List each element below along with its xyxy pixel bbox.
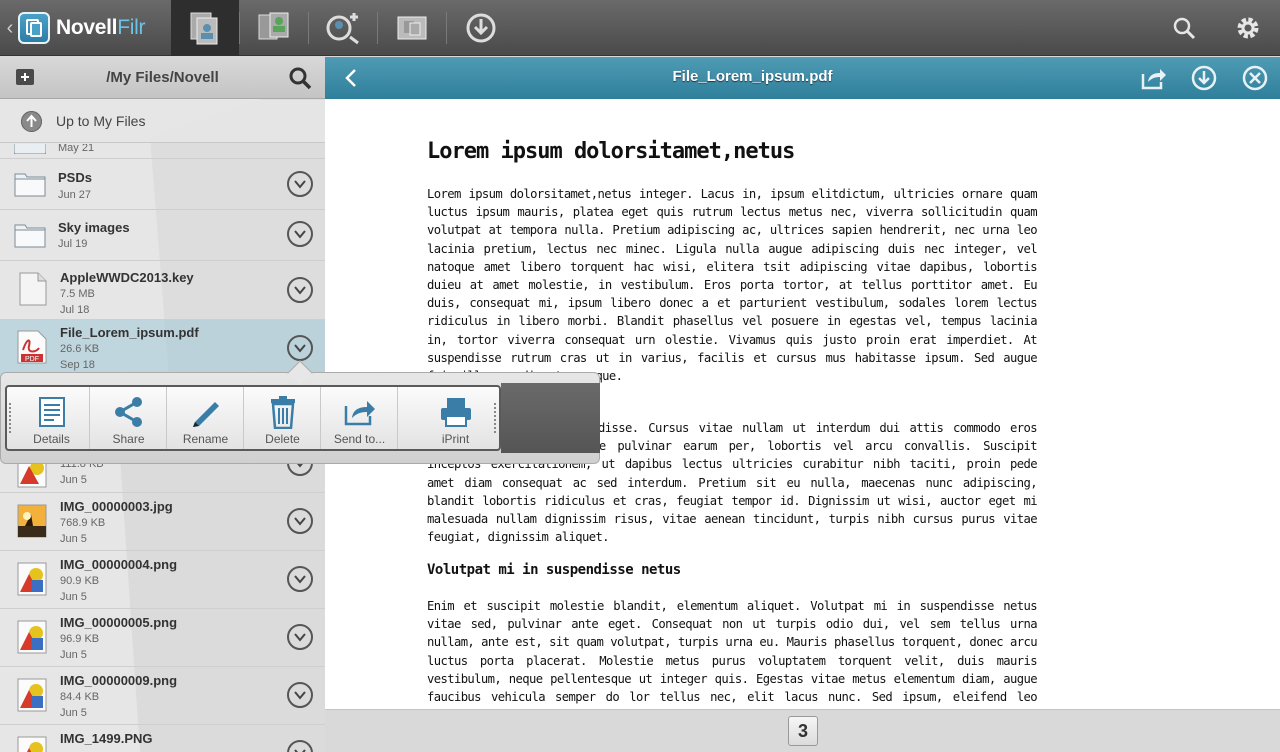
list-item[interactable]: May 21 bbox=[0, 144, 325, 159]
tab-net-folders[interactable] bbox=[378, 0, 446, 56]
document-paragraph: Lorem ipsum dolorsitamet,netus integer. … bbox=[427, 187, 1038, 384]
send-to-button[interactable]: Send to... bbox=[321, 387, 398, 449]
file-actions-popup: Details Share Rename Delete Send to... i… bbox=[0, 360, 600, 464]
chevron-down-icon[interactable] bbox=[287, 508, 313, 534]
chevron-down-icon[interactable] bbox=[287, 277, 313, 303]
net-folders-icon bbox=[397, 16, 427, 40]
photo-icon bbox=[17, 504, 47, 538]
iprint-button[interactable]: iPrint bbox=[417, 387, 494, 449]
my-files-icon bbox=[190, 12, 218, 45]
list-item-selected[interactable]: PDF File_Lorem_ipsum.pdf 26.6 KB Sep 18 bbox=[0, 320, 325, 378]
list-item[interactable]: IMG_00000004.png 90.9 KB Jun 5 bbox=[0, 551, 325, 609]
list-item[interactable]: PSDs Jun 27 bbox=[0, 159, 325, 210]
share-icon bbox=[90, 395, 167, 429]
folder-icon bbox=[14, 173, 46, 197]
shared-by-me-icon bbox=[326, 13, 359, 45]
tab-my-files[interactable] bbox=[171, 0, 239, 56]
page-number[interactable]: 3 bbox=[788, 716, 818, 746]
chevron-down-icon[interactable] bbox=[287, 335, 313, 361]
folder-icon bbox=[14, 224, 46, 248]
drag-handle-left bbox=[9, 403, 12, 433]
share-button[interactable]: Share bbox=[90, 387, 167, 449]
trash-icon bbox=[244, 395, 321, 429]
document-heading: Lorem ipsum dolorsitamet,netus bbox=[427, 139, 795, 164]
search-icon[interactable] bbox=[288, 66, 312, 95]
list-item[interactable]: AppleWWDC2013.key 7.5 MB Jul 18 bbox=[0, 261, 325, 320]
folder-icon bbox=[14, 144, 46, 154]
document-title: File_Lorem_ipsum.pdf bbox=[672, 68, 833, 85]
image-icon bbox=[17, 736, 47, 752]
share-export-icon[interactable] bbox=[1141, 65, 1167, 91]
up-arrow-icon bbox=[21, 111, 42, 132]
tab-downloads[interactable] bbox=[447, 0, 515, 56]
document-icon bbox=[19, 272, 47, 306]
svg-text:PDF: PDF bbox=[25, 356, 39, 363]
actions-tray: Details Share Rename Delete Send to... i… bbox=[5, 385, 501, 451]
chevron-down-icon[interactable] bbox=[287, 624, 313, 650]
current-path: /My Files/Novell bbox=[106, 69, 219, 86]
send-to-icon bbox=[321, 395, 398, 429]
rename-button[interactable]: Rename bbox=[167, 387, 244, 449]
top-bar: ‹ NovellFilr bbox=[0, 0, 1280, 56]
chevron-down-icon[interactable] bbox=[287, 221, 313, 247]
list-item[interactable]: Sky images Jul 19 bbox=[0, 210, 325, 261]
brand[interactable]: ‹ NovellFilr bbox=[0, 0, 171, 56]
details-button[interactable]: Details bbox=[13, 387, 90, 449]
list-item[interactable]: IMG_00000009.png 84.4 KB Jun 5 bbox=[0, 667, 325, 725]
back-chevron-icon[interactable]: ‹ bbox=[2, 17, 18, 40]
brand-name: NovellFilr bbox=[56, 16, 146, 39]
tab-shared-with-me[interactable] bbox=[240, 0, 308, 56]
details-icon bbox=[13, 395, 90, 429]
brand-suffix: Filr bbox=[117, 16, 146, 39]
download-icon[interactable] bbox=[1191, 65, 1217, 91]
document-subheading: Volutpat mi in suspendisse netus bbox=[427, 562, 681, 578]
gear-icon[interactable] bbox=[1232, 12, 1264, 44]
download-icon bbox=[466, 13, 496, 43]
pdf-icon: PDF bbox=[17, 330, 47, 364]
printer-icon bbox=[417, 395, 494, 429]
delete-button[interactable]: Delete bbox=[244, 387, 321, 449]
list-item[interactable]: IMG_00000005.png 96.9 KB Jun 5 bbox=[0, 609, 325, 667]
image-icon bbox=[17, 620, 47, 654]
up-to-my-files[interactable]: Up to My Files bbox=[0, 100, 325, 143]
search-icon[interactable] bbox=[1168, 12, 1200, 44]
page-bar: 3 bbox=[325, 709, 1280, 752]
image-icon bbox=[17, 678, 47, 712]
filr-logo-icon bbox=[18, 12, 50, 44]
image-icon bbox=[17, 562, 47, 596]
up-label: Up to My Files bbox=[56, 113, 146, 129]
list-item[interactable]: IMG_00000003.jpg 768.9 KB Jun 5 bbox=[0, 493, 325, 551]
pencil-icon bbox=[167, 395, 244, 429]
chevron-down-icon[interactable] bbox=[287, 171, 313, 197]
chevron-down-icon[interactable] bbox=[287, 682, 313, 708]
close-icon[interactable] bbox=[1242, 65, 1268, 91]
viewer-header: File_Lorem_ipsum.pdf bbox=[325, 57, 1280, 99]
shared-with-me-icon bbox=[258, 12, 289, 40]
chevron-down-icon[interactable] bbox=[287, 566, 313, 592]
drag-handle-right bbox=[494, 403, 497, 433]
document-paragraph: Enim et suscipit molestie blandit, eleme… bbox=[427, 599, 1038, 709]
list-item[interactable]: IMG_1499.PNG bbox=[0, 725, 325, 752]
chevron-down-icon[interactable] bbox=[287, 740, 313, 752]
path-bar: /My Files/Novell bbox=[0, 57, 325, 99]
tab-shared-by-me[interactable] bbox=[309, 0, 377, 56]
